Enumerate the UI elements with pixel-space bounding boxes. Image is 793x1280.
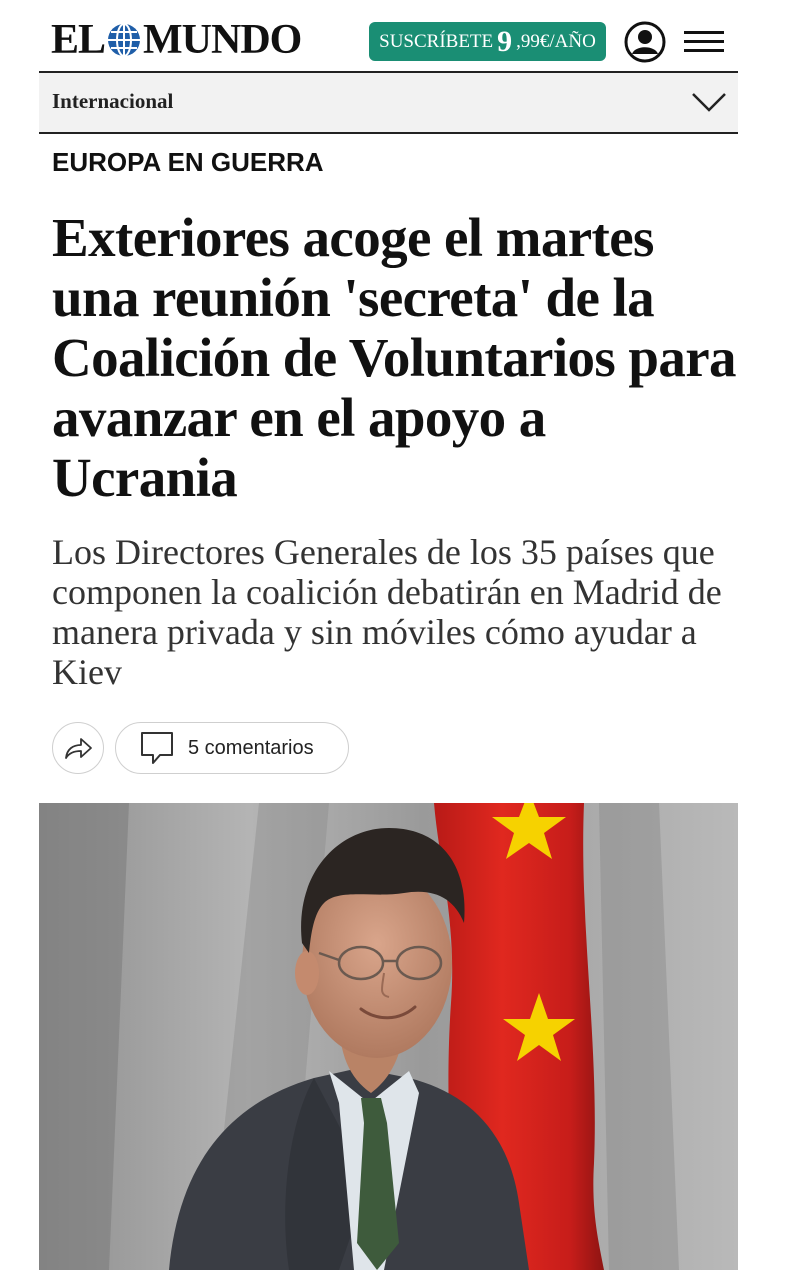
logo-text-left: EL (51, 17, 106, 63)
article-subtitle: Los Directores Generales de los 35 paíse… (52, 532, 722, 692)
hamburger-menu-icon[interactable] (684, 28, 724, 56)
subscribe-button[interactable]: SUSCRÍBETE 9 ,99€/AÑO (369, 22, 606, 61)
comment-icon (141, 732, 173, 764)
section-label: Internacional (52, 89, 174, 113)
article-kicker[interactable]: EUROPA EN GUERRA (52, 147, 324, 178)
subscribe-price-big: 9 (497, 24, 513, 58)
comments-count: 5 comentarios (188, 736, 314, 759)
article-photo (39, 803, 738, 1270)
subscribe-price-suffix: ,99€/AÑO (516, 30, 596, 52)
comments-button[interactable]: 5 comentarios (115, 722, 349, 774)
logo-text-right: MUNDO (143, 17, 302, 63)
el-mundo-logo[interactable]: EL MUNDO (51, 17, 302, 63)
article-headline: Exteriores acoge el martes una reunión '… (52, 207, 737, 508)
globe-icon (108, 23, 141, 57)
site-header: EL MUNDO SUSCRÍBETE 9 ,99€/AÑO (39, 0, 738, 72)
subscribe-prefix: SUSCRÍBETE (379, 30, 494, 52)
photo-illustration (39, 803, 738, 1270)
user-account-icon[interactable] (624, 21, 666, 63)
share-button[interactable] (52, 722, 104, 774)
share-icon (65, 738, 92, 759)
section-selector[interactable]: Internacional (39, 73, 738, 134)
chevron-down-icon[interactable] (691, 90, 727, 114)
